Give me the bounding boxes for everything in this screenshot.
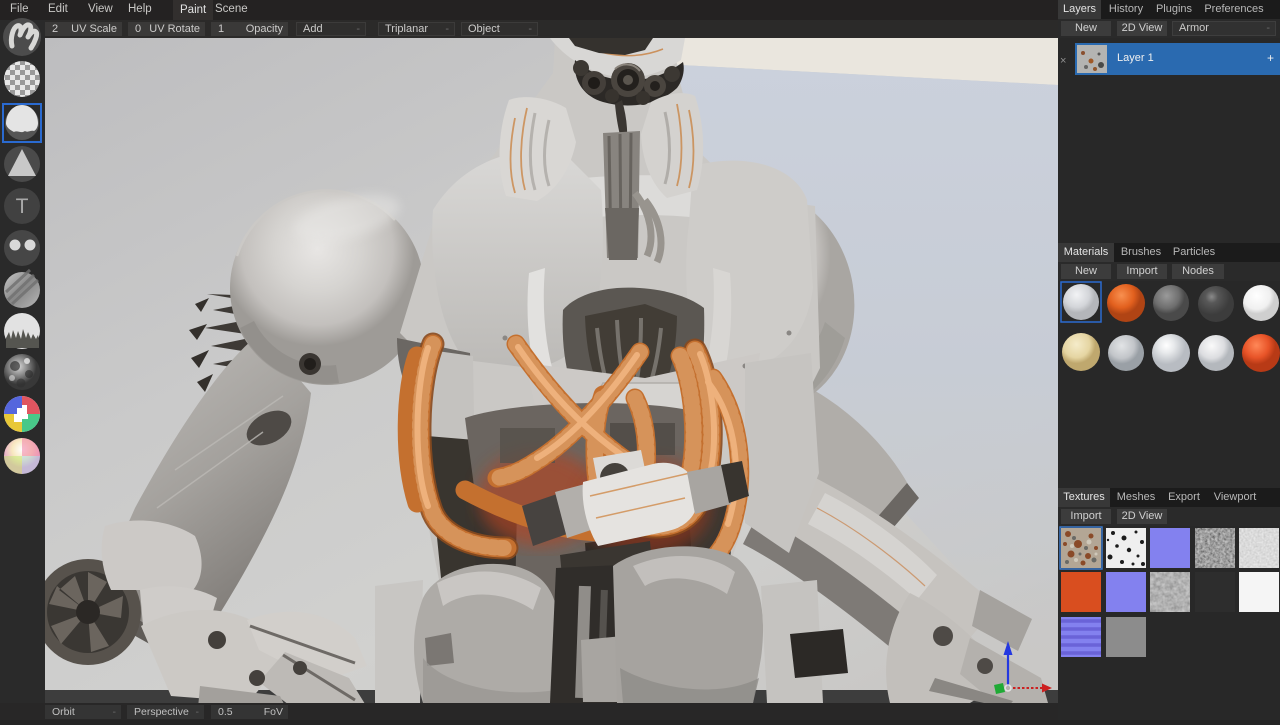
- svg-text:T: T: [16, 195, 29, 218]
